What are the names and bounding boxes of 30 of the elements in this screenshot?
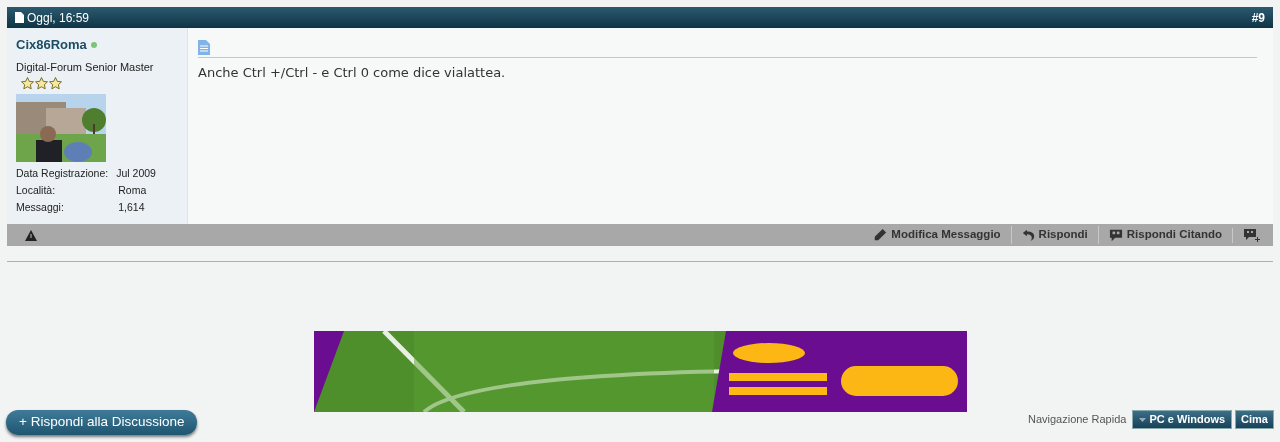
- reply-to-thread-button[interactable]: + Rispondi alla Discussione: [6, 410, 198, 435]
- username-link[interactable]: Cix86Roma: [16, 35, 87, 55]
- action-link[interactable]: Rispondi: [1021, 226, 1088, 244]
- multiquote-button[interactable]: [1243, 227, 1261, 243]
- star-icon: [35, 77, 48, 90]
- quick-navigation-label: Navigazione Rapida: [1027, 412, 1127, 428]
- detail-value: 1,614: [117, 199, 146, 215]
- speech-bubble-icon: [1108, 228, 1123, 242]
- caret-icon: [1139, 417, 1147, 422]
- detail-label: Località:: [16, 182, 57, 198]
- action-link[interactable]: Modifica Messaggio: [873, 226, 1001, 244]
- detail-value: Jul 2009: [116, 166, 157, 181]
- document-icon: [15, 12, 24, 23]
- star-icon: [49, 77, 62, 90]
- top-button[interactable]: Cima: [1235, 410, 1274, 429]
- reply-icon: [1021, 228, 1035, 242]
- warning-icon[interactable]: [25, 229, 37, 241]
- detail-label: Messaggi:: [16, 199, 65, 215]
- post-message: Anche Ctrl +/Ctrl - e Ctrl 0 come dice vialattea.: [198, 64, 507, 82]
- forum-dropdown-button[interactable]: PC e Windows: [1132, 410, 1233, 429]
- document-icon: [198, 40, 210, 55]
- post-date: Oggi, 16:59: [27, 9, 90, 27]
- pencil-icon: [873, 228, 888, 242]
- action-link[interactable]: Rispondi Citando: [1108, 226, 1222, 244]
- star-icon: [21, 77, 34, 90]
- speech-bubble-plus-icon: [1243, 227, 1261, 243]
- user-rank: Digital-Forum Senior Master: [16, 59, 155, 75]
- post-number-link[interactable]: #9: [1251, 8, 1265, 27]
- detail-value: Roma: [117, 182, 148, 198]
- detail-label: Data Registrazione:: [16, 166, 109, 181]
